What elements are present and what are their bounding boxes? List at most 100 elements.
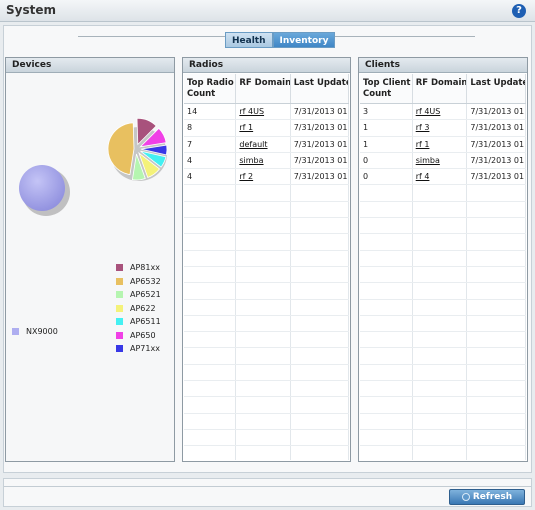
- clients-panel: Clients Top Client ▾ Count RF Domain Las…: [358, 57, 528, 462]
- table-row[interactable]: 8rf 1 7/31/2013 01:4: [184, 120, 349, 137]
- cell-domain: rf 3: [413, 120, 468, 136]
- devices-panel-title: Devices: [6, 58, 174, 73]
- table-row: [360, 364, 526, 382]
- cell-domain: [236, 381, 291, 397]
- table-row: [184, 332, 349, 349]
- cell-count: [360, 315, 413, 332]
- table-row[interactable]: 0 simba 7/31/2013 01:4: [360, 152, 526, 170]
- cell-count: [184, 364, 237, 381]
- table-row[interactable]: 4rf 2 7/31/2013 01:4: [184, 169, 349, 186]
- tab-inventory[interactable]: Inventory: [272, 32, 336, 48]
- table-row: [184, 185, 349, 202]
- nx9000-pie[interactable]: [19, 165, 65, 211]
- radios-table: Top Radio ▾ Count RF Domain Last Update …: [184, 74, 349, 460]
- table-row[interactable]: 3 rf 4US 7/31/2013 01:4: [360, 104, 526, 121]
- cell-domain: [236, 234, 291, 250]
- cell-updated: [291, 413, 349, 429]
- title-bar: System ?: [0, 0, 535, 22]
- help-icon[interactable]: ?: [512, 4, 526, 18]
- rf-domain-link[interactable]: rf 1: [416, 140, 430, 149]
- clients-update-header[interactable]: Last Update: [467, 74, 526, 103]
- cell-count: 3: [360, 104, 413, 120]
- tab-health[interactable]: Health: [225, 32, 273, 48]
- rf-domain-link[interactable]: rf 3: [416, 123, 430, 132]
- cell-domain: [236, 201, 291, 218]
- table-row: [184, 299, 349, 316]
- cell-domain: [413, 283, 468, 299]
- cell-count: [184, 234, 237, 250]
- cell-domain: rf 4US: [413, 104, 468, 120]
- clients-count-header[interactable]: Top Client ▾ Count: [360, 74, 413, 103]
- rf-domain-link[interactable]: rf 4US: [239, 107, 264, 116]
- pie-slice[interactable]: [107, 122, 135, 176]
- cell-updated: 7/31/2013 01:4: [291, 169, 349, 185]
- legend-item: AP6511: [116, 315, 161, 329]
- legend-item: NX9000: [12, 325, 58, 339]
- cell-updated: [467, 185, 526, 201]
- table-row[interactable]: 1 rf 1 7/31/2013 01:4: [360, 136, 526, 153]
- rf-domain-link[interactable]: simba: [239, 156, 263, 165]
- legend-item: AP622: [116, 302, 161, 316]
- cell-updated: [291, 397, 349, 413]
- legend-swatch: [12, 328, 19, 336]
- cell-domain: [236, 185, 291, 201]
- cell-domain: [413, 250, 468, 266]
- clients-domain-header[interactable]: RF Domain: [413, 74, 468, 103]
- table-row: [360, 315, 526, 333]
- rf-domain-link[interactable]: simba: [416, 156, 440, 165]
- radios-panel-title: Radios: [183, 58, 350, 73]
- cell-count: [360, 397, 413, 413]
- table-row: [184, 234, 349, 251]
- legend-label: AP622: [130, 303, 156, 313]
- legend-label: NX9000: [26, 327, 58, 337]
- tab-bar: Health Inventory: [225, 32, 336, 48]
- cell-count: [360, 413, 413, 429]
- cell-count: [184, 429, 237, 446]
- radios-table-header: Top Radio ▾ Count RF Domain Last Update: [184, 74, 349, 104]
- cell-count: [184, 348, 237, 364]
- table-row: [184, 364, 349, 382]
- table-row: [184, 250, 349, 267]
- cell-updated: [467, 348, 526, 364]
- legend-item: AP650: [116, 329, 161, 343]
- radios-domain-header[interactable]: RF Domain: [236, 74, 291, 103]
- cell-updated: [467, 381, 526, 397]
- cell-updated: [291, 429, 349, 446]
- table-row: [360, 185, 526, 202]
- cell-count: [184, 299, 237, 315]
- rf-domain-link[interactable]: rf 4US: [416, 107, 441, 116]
- cell-updated: 7/31/2013 01:4: [467, 152, 526, 169]
- table-row: [360, 283, 526, 300]
- radios-count-header[interactable]: Top Radio ▾ Count: [184, 74, 237, 103]
- cell-domain: [236, 250, 291, 266]
- radios-table-body: 14rf 4US 7/31/2013 01:4 8rf 1 7/31/2013 01:…: [184, 104, 349, 460]
- legend-swatch: [116, 345, 123, 353]
- rf-domain-link[interactable]: default: [239, 140, 267, 149]
- cell-domain: rf 1: [413, 136, 468, 152]
- cell-count: [360, 299, 413, 315]
- rf-domain-link[interactable]: rf 4: [416, 172, 430, 181]
- cell-count: 4: [184, 152, 237, 169]
- cell-domain: [413, 266, 468, 283]
- cell-count: [360, 429, 413, 446]
- cell-count: 8: [184, 120, 237, 136]
- cell-count: [360, 201, 413, 218]
- table-row[interactable]: 7default 7/31/2013 01:4: [184, 136, 349, 153]
- table-row[interactable]: 4simba 7/31/2013 01:4: [184, 152, 349, 170]
- legend-item: AP6521: [116, 288, 161, 302]
- ap-models-pie[interactable]: [107, 117, 168, 181]
- cell-count: [184, 397, 237, 413]
- table-row[interactable]: 0 rf 4 7/31/2013 01:4: [360, 169, 526, 186]
- table-row: [184, 266, 349, 284]
- table-row[interactable]: 1 rf 3 7/31/2013 01:4: [360, 120, 526, 137]
- cell-domain: [236, 218, 291, 234]
- cell-count: [360, 446, 413, 460]
- radios-update-header[interactable]: Last Update: [291, 74, 349, 103]
- refresh-button[interactable]: Refresh: [449, 489, 525, 505]
- cell-updated: [291, 299, 349, 315]
- cell-domain: [236, 266, 291, 283]
- rf-domain-link[interactable]: rf 1: [239, 123, 253, 132]
- cell-updated: [291, 283, 349, 299]
- table-row[interactable]: 14rf 4US 7/31/2013 01:4: [184, 104, 349, 121]
- rf-domain-link[interactable]: rf 2: [239, 172, 253, 181]
